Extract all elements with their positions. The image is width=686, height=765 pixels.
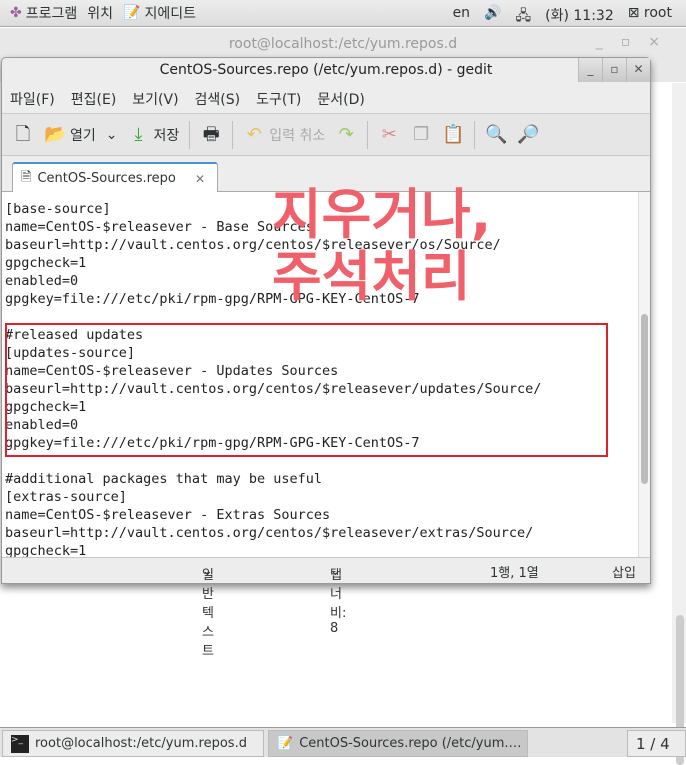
clock[interactable]: (화) 11:32: [545, 5, 614, 29]
new-document-icon[interactable]: 🗋: [12, 124, 34, 146]
code-line: baseurl=http://vault.centos.org/centos/$…: [5, 525, 534, 541]
statusbar: 일반 텍스트 ⌄ 탭 너비: 8 ⌄ 1행, 1열 삽입: [2, 557, 650, 659]
tab-bar: 🗎 CentOS-Sources.repo ✕: [2, 156, 650, 193]
search-icon[interactable]: 🔍: [485, 124, 507, 146]
code-line: enabled=0: [5, 273, 79, 289]
menu-search[interactable]: 검색(S): [195, 89, 241, 109]
tab-centos-sources[interactable]: 🗎 CentOS-Sources.repo ✕: [12, 162, 218, 193]
terminal-scrollbar[interactable]: [672, 83, 686, 765]
copy-icon[interactable]: ❐: [410, 124, 432, 146]
code-line: gpgcheck=1: [5, 399, 87, 415]
redo-icon[interactable]: ↷: [335, 124, 357, 146]
code-line: gpgkey=file:///etc/pki/rpm-gpg/RPM-GPG-K…: [5, 435, 420, 451]
separator: [474, 120, 476, 149]
separator: [232, 120, 234, 149]
apps-icon: ✤: [10, 5, 22, 21]
workspace-switcher[interactable]: 1 / 4: [627, 730, 686, 757]
syntax-selector[interactable]: 일반 텍스트 ⌄: [202, 564, 214, 659]
menu-file[interactable]: 파일(F): [10, 89, 55, 109]
taskbar: >_ root@localhost:/etc/yum.repos.d 📝 CentO…: [0, 727, 686, 757]
code-line: gpgkey=file:///etc/pki/rpm-gpg/RPM-GPG-K…: [5, 291, 420, 307]
applications-menu[interactable]: ✤ 프로그램: [10, 3, 77, 23]
editor-scrollbar[interactable]: [638, 192, 650, 557]
terminal-window-controls[interactable]: _▫×: [596, 34, 678, 50]
code-line: [extras-source]: [5, 489, 127, 505]
tab-width-selector[interactable]: 탭 너비: 8 ⌄: [330, 564, 346, 636]
code-line: gpgcheck=1: [5, 543, 87, 557]
separator: [189, 120, 191, 149]
text-editor[interactable]: [base-source] name=CentOS-$releasever - B…: [2, 192, 638, 557]
open-button[interactable]: 📂 열기: [44, 124, 96, 146]
active-app-menu[interactable]: 📝 지에디트: [123, 3, 196, 23]
tab-close-icon[interactable]: ✕: [195, 172, 205, 186]
paste-icon[interactable]: 📋: [442, 124, 464, 146]
code-line: enabled=0: [5, 417, 79, 433]
open-dropdown-chevron-icon[interactable]: ⌄: [106, 127, 118, 143]
code-line: [base-source]: [5, 201, 111, 217]
menubar: 파일(F) 편집(E) 보기(V) 검색(S) 도구(T) 문서(D): [2, 84, 650, 114]
code-line: baseurl=http://vault.centos.org/centos/$…: [5, 237, 501, 253]
separator: [367, 120, 369, 149]
cursor-position: 1행, 1열: [490, 565, 539, 581]
print-icon[interactable]: 🖶: [200, 124, 222, 146]
code-line: gpgcheck=1: [5, 255, 87, 271]
cut-icon[interactable]: ✂: [378, 124, 400, 146]
code-line: [updates-source]: [5, 345, 136, 361]
menu-view[interactable]: 보기(V): [132, 89, 178, 109]
search-replace-icon[interactable]: 🔎: [517, 124, 539, 146]
editor-scroll-thumb[interactable]: [641, 314, 648, 484]
task-terminal[interactable]: >_ root@localhost:/etc/yum.repos.d: [2, 730, 264, 757]
user-menu[interactable]: ⊠ root: [628, 5, 672, 29]
top-panel: ✤ 프로그램 위치 📝 지에디트 en 🔊 🖧 (화) 11:32 ⊠ root: [0, 0, 686, 27]
maximize-button[interactable]: ▫: [602, 58, 626, 82]
code-line: name=CentOS-$releasever - Base Sources: [5, 219, 314, 235]
language-indicator[interactable]: en: [453, 5, 471, 29]
insert-mode: 삽입: [612, 565, 636, 581]
gedit-icon: 📝: [123, 5, 141, 21]
folder-icon: 📂: [44, 123, 67, 145]
save-button[interactable]: ⤓ 저장: [128, 124, 180, 146]
menu-documents[interactable]: 문서(D): [317, 89, 364, 109]
toolbar: 🗋 📂 열기 ⌄ ⤓ 저장 🖶 ↶ 입력 취소 ↷ ✂ ❐ 📋 🔍 🔎: [2, 114, 650, 156]
places-menu[interactable]: 위치: [87, 3, 113, 23]
menu-tools[interactable]: 도구(T): [256, 89, 301, 109]
menu-edit[interactable]: 편집(E): [71, 89, 117, 109]
document-icon: 🗎: [21, 169, 32, 185]
code-line: baseurl=http://vault.centos.org/centos/$…: [5, 381, 542, 397]
volume-icon[interactable]: 🔊: [484, 5, 501, 29]
terminal-icon: >_: [11, 734, 29, 753]
gedit-window: CentOS-Sources.repo (/etc/yum.repos.d) -…: [1, 57, 651, 659]
undo-icon: ↶: [246, 123, 262, 145]
code-line: #additional packages that may be useful: [5, 471, 322, 487]
minimize-button[interactable]: _: [578, 58, 602, 82]
undo-button[interactable]: ↶ 입력 취소: [243, 123, 326, 146]
save-icon: ⤓: [134, 123, 143, 145]
task-gedit[interactable]: 📝 CentOS-Sources.repo (/etc/yum.…: [268, 730, 528, 757]
code-line: name=CentOS-$releasever - Updates Source…: [5, 363, 339, 379]
code-line: #released updates: [5, 327, 144, 343]
gedit-titlebar: CentOS-Sources.repo (/etc/yum.repos.d) -…: [2, 58, 650, 84]
network-icon[interactable]: 🖧: [516, 5, 532, 29]
close-button[interactable]: ✕: [626, 58, 650, 82]
code-line: name=CentOS-$releasever - Extras Sources: [5, 507, 331, 523]
gedit-icon: 📝: [277, 736, 294, 751]
